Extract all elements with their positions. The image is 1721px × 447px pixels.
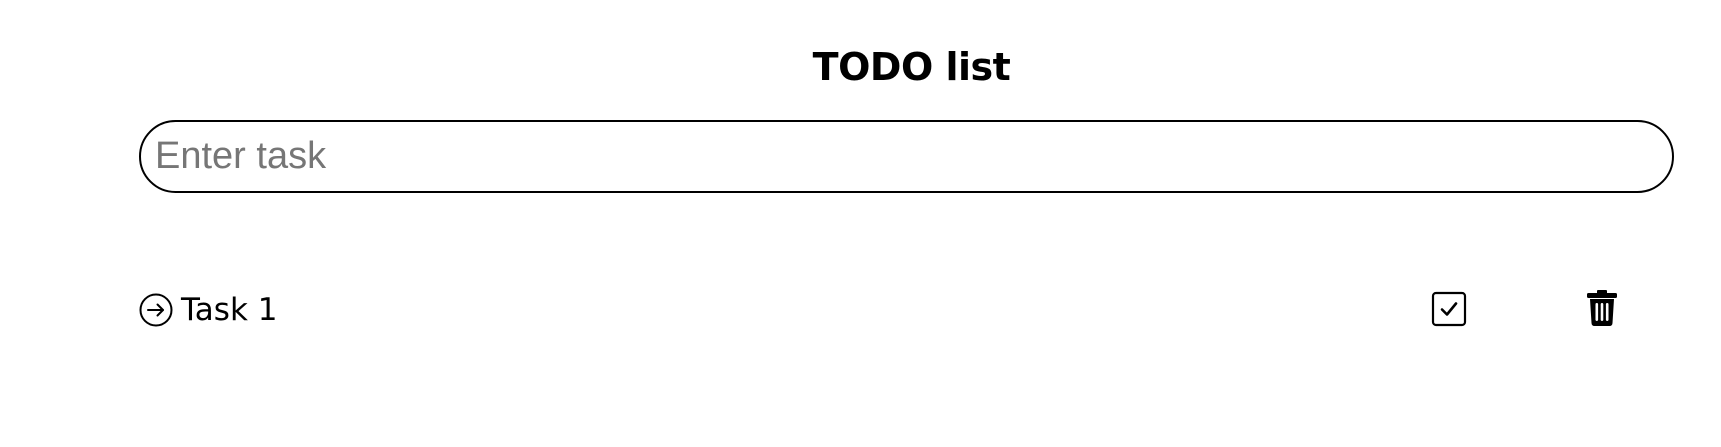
complete-task-button[interactable] [1431, 291, 1467, 327]
delete-task-button[interactable] [1585, 289, 1619, 327]
arrow-right-circle-icon [139, 293, 173, 327]
page-title: TODO list [812, 45, 1011, 89]
task-input[interactable] [139, 120, 1674, 193]
task-item: Task 1 [139, 284, 1639, 334]
check-square-icon [1431, 291, 1467, 327]
trash-icon [1585, 289, 1619, 327]
task-label: Task 1 [181, 292, 278, 328]
